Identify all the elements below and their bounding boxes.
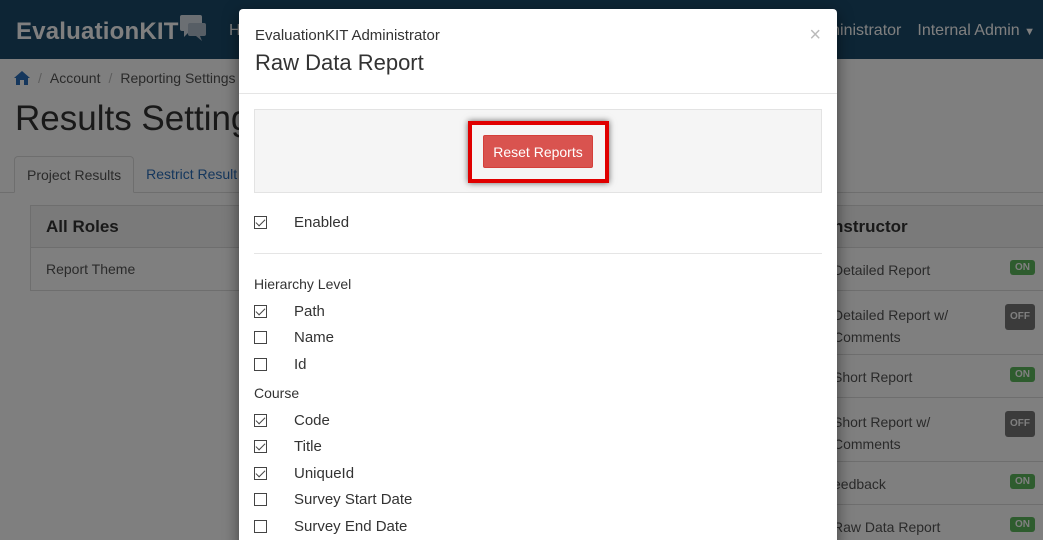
raw-data-report-modal: EvaluationKIT Administrator Raw Data Rep… (239, 9, 837, 540)
enabled-option[interactable]: Enabled (254, 214, 349, 231)
course-option-code[interactable]: Code (254, 412, 330, 429)
section-divider (254, 253, 822, 254)
enabled-checkbox[interactable] (254, 216, 267, 229)
code-label: Code (294, 412, 330, 429)
reset-reports-button[interactable]: Reset Reports (483, 135, 593, 168)
survey-start-date-checkbox[interactable] (254, 493, 267, 506)
title-label: Title (294, 438, 322, 455)
modal-header: EvaluationKIT Administrator Raw Data Rep… (239, 9, 837, 94)
modal-subtitle: EvaluationKIT Administrator (255, 27, 440, 44)
course-option-uniqueid[interactable]: UniqueId (254, 465, 354, 482)
close-icon[interactable]: × (809, 24, 821, 47)
modal-title: Raw Data Report (255, 50, 424, 75)
hierarchy-option-path[interactable]: Path (254, 303, 325, 320)
id-label: Id (294, 356, 307, 373)
course-option-title[interactable]: Title (254, 438, 322, 455)
course-heading: Course (254, 385, 300, 401)
survey-end-date-checkbox[interactable] (254, 520, 267, 533)
hierarchy-level-heading: Hierarchy Level (254, 276, 352, 292)
course-option-survey-start-date[interactable]: Survey Start Date (254, 491, 412, 508)
survey-start-date-label: Survey Start Date (294, 491, 413, 508)
enabled-label: Enabled (294, 214, 350, 231)
uniqueid-checkbox[interactable] (254, 467, 267, 480)
course-option-survey-end-date[interactable]: Survey End Date (254, 518, 407, 535)
name-checkbox[interactable] (254, 331, 267, 344)
path-label: Path (294, 303, 325, 320)
code-checkbox[interactable] (254, 414, 267, 427)
id-checkbox[interactable] (254, 358, 267, 371)
path-checkbox[interactable] (254, 305, 267, 318)
survey-end-date-label: Survey End Date (294, 518, 408, 535)
name-label: Name (294, 329, 335, 346)
uniqueid-label: UniqueId (294, 465, 355, 482)
hierarchy-option-id[interactable]: Id (254, 356, 307, 373)
hierarchy-option-name[interactable]: Name (254, 329, 334, 346)
title-checkbox[interactable] (254, 440, 267, 453)
